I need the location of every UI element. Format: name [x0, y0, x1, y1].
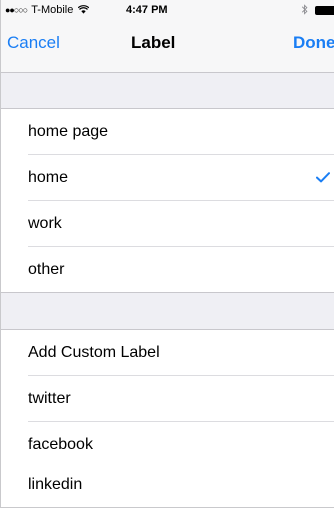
carrier-info: ●●○○○ T-Mobile — [5, 4, 90, 16]
label-option-twitter[interactable]: twitter — [1, 376, 334, 422]
add-custom-label-button[interactable]: Add Custom Label — [1, 330, 334, 376]
label-option-home-page[interactable]: home page — [1, 109, 334, 155]
page-title: Label — [131, 33, 176, 52]
option-label: home — [28, 169, 69, 186]
label-option-home[interactable]: home — [1, 155, 334, 201]
option-label: work — [28, 215, 62, 232]
cancel-button[interactable]: Cancel — [7, 33, 60, 53]
option-label: linkedin — [28, 476, 83, 493]
bluetooth-icon — [301, 4, 308, 15]
clock-time: 4:47 PM — [126, 4, 168, 16]
option-label: twitter — [28, 390, 71, 407]
battery-icon — [315, 6, 334, 15]
section-spacer — [1, 73, 334, 109]
navigation-bar: Cancel Label Done — [1, 20, 334, 73]
label-option-linkedin[interactable]: linkedin — [1, 462, 334, 507]
option-label: home page — [28, 123, 109, 140]
signal-dots-icon: ●●○○○ — [5, 5, 28, 15]
section-spacer — [1, 292, 334, 330]
label-option-work[interactable]: work — [1, 201, 334, 247]
checkmark-icon — [316, 172, 330, 183]
carrier-name: T-Mobile — [31, 4, 74, 16]
option-label: facebook — [28, 436, 93, 453]
option-label: other — [28, 261, 65, 278]
label-option-other[interactable]: other — [1, 247, 334, 293]
status-bar: ●●○○○ T-Mobile 4:47 PM — [1, 0, 334, 20]
option-label: Add Custom Label — [28, 344, 160, 361]
label-picker-screen: ●●○○○ T-Mobile 4:47 PM Cancel Label Done… — [0, 0, 334, 508]
wifi-icon — [78, 5, 90, 14]
done-button[interactable]: Done — [293, 33, 334, 53]
